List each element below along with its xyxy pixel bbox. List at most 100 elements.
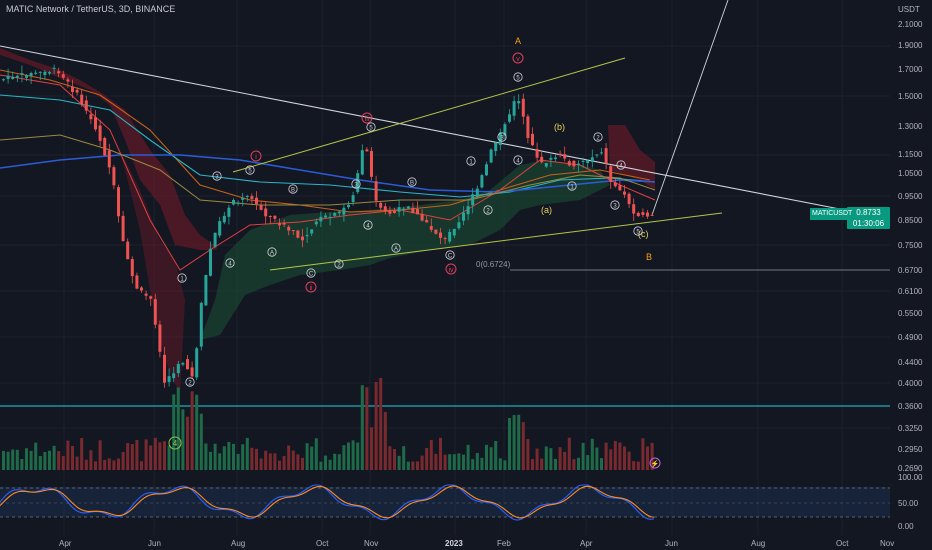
svg-text:2023: 2023 — [445, 539, 463, 548]
candle-body — [475, 188, 479, 197]
volume-bar — [388, 446, 392, 470]
candle-body — [457, 222, 461, 229]
volume-bar — [227, 441, 231, 470]
volume-bar — [567, 437, 571, 470]
candle-body — [181, 363, 185, 365]
volume-bar — [627, 451, 631, 470]
candle-body — [291, 230, 295, 232]
volume-bar — [333, 453, 337, 470]
candle-body — [623, 191, 626, 195]
candle-body — [61, 74, 65, 78]
symbol-tag: MATICUSDT — [810, 208, 855, 220]
volume-bar — [439, 437, 442, 470]
volume-bar — [393, 449, 396, 470]
price-axis[interactable]: USDT 2.1000 1.9000 1.7000 1.5000 1.3000 … — [898, 5, 923, 531]
candle-body — [222, 215, 226, 223]
volume-bar — [245, 437, 249, 470]
candle-body — [521, 98, 525, 117]
volume-bar — [420, 455, 424, 470]
volume-bar — [172, 394, 176, 470]
volume-bar — [140, 461, 143, 470]
volume-bar — [535, 448, 539, 470]
svg-text:2.1000: 2.1000 — [898, 20, 923, 29]
candle-body — [227, 207, 231, 217]
volume-bar — [121, 451, 125, 470]
volume-bar — [595, 447, 599, 470]
candle-body — [337, 211, 341, 214]
volume-bar — [319, 461, 323, 470]
candle-body — [328, 216, 332, 218]
candle-body — [416, 209, 419, 215]
candle-body — [540, 156, 544, 163]
candle-body — [126, 241, 130, 260]
candle-body — [526, 116, 530, 138]
projection-line — [651, 0, 729, 216]
volume-bar — [314, 438, 318, 470]
candle-body — [347, 204, 350, 208]
candle-body — [462, 212, 465, 221]
candle-body — [144, 293, 148, 296]
candle-body — [29, 72, 33, 77]
volume-bar — [66, 440, 70, 470]
svg-text:0.9500: 0.9500 — [898, 192, 923, 201]
volume-bar — [190, 391, 194, 470]
svg-text:1.5000: 1.5000 — [898, 92, 923, 101]
candle-body — [420, 213, 424, 221]
volume-bar — [282, 455, 286, 470]
svg-text:4: 4 — [173, 439, 178, 448]
volume-bar — [20, 458, 24, 470]
volume-bar — [57, 451, 61, 470]
volume-bar — [209, 451, 212, 470]
volume-bar — [494, 440, 498, 470]
volume-bar — [71, 445, 74, 470]
candle-body — [439, 232, 442, 238]
time-axis[interactable]: Apr Jun Aug Oct Nov 2023 Feb Apr Jun Aug… — [59, 539, 894, 548]
minor-wave-marker-label: A — [394, 247, 398, 253]
candle-body — [103, 137, 107, 156]
volume-bar — [264, 450, 268, 470]
price-chart[interactable]: USDT 2.1000 1.9000 1.7000 1.5000 1.3000 … — [0, 0, 932, 550]
candle-body — [480, 175, 484, 188]
volume-bar — [98, 440, 102, 470]
volume-bar — [600, 458, 603, 470]
candle-body — [250, 196, 254, 200]
volume-bar — [167, 445, 171, 470]
candle-body — [75, 89, 79, 93]
candle-body — [2, 79, 5, 81]
candle-body — [494, 142, 498, 152]
volume-bar — [558, 447, 562, 470]
volume-bar — [80, 438, 84, 470]
volume-bar — [531, 459, 534, 470]
volume-bar — [554, 458, 557, 470]
volume-bar — [347, 442, 350, 470]
volume-bar — [475, 452, 479, 470]
wave-label-b: (b) — [554, 122, 565, 132]
volume-bar — [61, 456, 65, 470]
volume-bar — [135, 439, 139, 470]
volume-bar — [434, 453, 438, 470]
candle-body — [57, 71, 61, 74]
candle-body — [107, 150, 111, 168]
candle-body — [452, 228, 456, 236]
volume-bar — [521, 422, 525, 470]
volume-bar — [11, 449, 15, 470]
candle-body — [512, 101, 516, 116]
volume-bar — [153, 437, 157, 470]
candle-body — [402, 208, 406, 210]
volume-bar — [84, 459, 88, 470]
volume-bar — [241, 444, 245, 470]
candle-body — [89, 114, 93, 120]
candle-body — [163, 354, 166, 383]
svg-text:0.4900: 0.4900 — [898, 333, 923, 342]
candle-body — [563, 154, 567, 159]
volume-bar — [397, 455, 401, 470]
svg-text:iii: iii — [365, 116, 370, 123]
volume-bar — [89, 450, 93, 470]
candle-body — [84, 100, 88, 111]
candle-body — [360, 150, 364, 175]
volume-bar — [296, 454, 300, 470]
volume-bar — [2, 450, 5, 470]
candle-body — [590, 157, 594, 163]
volume-bar — [646, 446, 649, 470]
volume-bar — [149, 445, 153, 470]
